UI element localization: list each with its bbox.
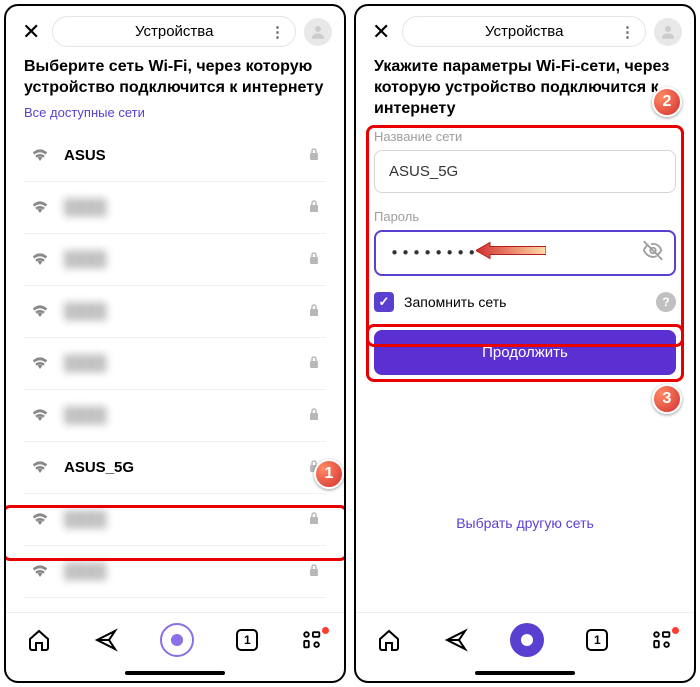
page-title: Устройства xyxy=(135,23,213,40)
wifi-icon xyxy=(30,197,50,218)
nav-services-icon[interactable] xyxy=(301,629,323,651)
wifi-icon xyxy=(30,353,50,374)
avatar[interactable] xyxy=(304,18,332,46)
wifi-icon xyxy=(30,145,50,166)
nav-home-icon[interactable] xyxy=(27,628,51,652)
bottom-nav: 1 xyxy=(6,612,344,667)
page-title-pill[interactable]: Устройства ⋮ xyxy=(52,16,296,47)
bottom-nav: 1 xyxy=(356,612,694,667)
wifi-name: ████ xyxy=(64,407,308,424)
badge-3: 3 xyxy=(652,384,682,414)
nav-alice-icon[interactable] xyxy=(160,623,194,657)
help-icon[interactable]: ? xyxy=(656,292,676,312)
heading: Выберите сеть Wi-Fi, через которую устро… xyxy=(24,57,326,99)
wifi-item[interactable]: ASUS xyxy=(24,130,326,182)
avatar[interactable] xyxy=(654,18,682,46)
lock-icon xyxy=(308,147,320,164)
close-icon[interactable]: ✕ xyxy=(368,17,394,47)
nav-alice-icon[interactable] xyxy=(510,623,544,657)
wifi-item[interactable]: ████ xyxy=(24,234,326,286)
wifi-list: ASUS ████ ████ ████ ████ ████ ASUS_5G ████ ████ xyxy=(24,130,326,598)
wifi-icon xyxy=(30,457,50,478)
lock-icon xyxy=(308,251,320,268)
arrow-annotation-icon xyxy=(476,242,546,265)
eye-off-icon[interactable] xyxy=(642,240,664,267)
wifi-name: ████ xyxy=(64,511,308,528)
wifi-name: ████ xyxy=(64,563,308,580)
header: ✕ Устройства ⋮ xyxy=(6,6,344,57)
header: ✕ Устройства ⋮ xyxy=(356,6,694,57)
lock-icon xyxy=(308,355,320,372)
wifi-icon xyxy=(30,509,50,530)
ssid-input[interactable] xyxy=(374,150,676,193)
page-title-pill[interactable]: Устройства ⋮ xyxy=(402,16,646,47)
lock-icon xyxy=(308,303,320,320)
wifi-name: ████ xyxy=(64,355,308,372)
nav-tabs-icon[interactable]: 1 xyxy=(586,629,608,651)
wifi-name: ASUS_5G xyxy=(64,459,308,476)
nav-send-icon[interactable] xyxy=(444,628,468,652)
menu-dots-icon[interactable]: ⋮ xyxy=(620,23,635,41)
wifi-item[interactable]: ████ xyxy=(24,286,326,338)
wifi-icon xyxy=(30,249,50,270)
available-networks-label: Все доступные сети xyxy=(24,105,326,120)
ssid-label: Название сети xyxy=(374,129,676,144)
lock-icon xyxy=(308,563,320,580)
nav-services-icon[interactable] xyxy=(651,629,673,651)
wifi-item[interactable]: ████ xyxy=(24,182,326,234)
wifi-item[interactable]: ████ xyxy=(24,338,326,390)
wifi-icon xyxy=(30,405,50,426)
home-indicator xyxy=(125,671,225,675)
badge-1: 1 xyxy=(314,459,344,489)
home-indicator xyxy=(475,671,575,675)
lock-icon xyxy=(308,407,320,424)
continue-button[interactable]: Продолжить xyxy=(374,330,676,375)
page-title: Устройства xyxy=(485,23,563,40)
password-label: Пароль xyxy=(374,209,676,224)
wifi-item[interactable]: ████ xyxy=(24,390,326,442)
nav-tabs-icon[interactable]: 1 xyxy=(236,629,258,651)
wifi-icon xyxy=(30,301,50,322)
wifi-item[interactable]: ASUS_5G xyxy=(24,442,326,494)
wifi-item[interactable]: ████ xyxy=(24,546,326,598)
wifi-name: ████ xyxy=(64,251,308,268)
remember-row: ✓ Запомнить сеть ? xyxy=(374,292,676,312)
remember-label: Запомнить сеть xyxy=(404,294,506,310)
remember-checkbox[interactable]: ✓ xyxy=(374,292,394,312)
wifi-icon xyxy=(30,561,50,582)
nav-send-icon[interactable] xyxy=(94,628,118,652)
wifi-item[interactable]: ████ xyxy=(24,494,326,546)
close-icon[interactable]: ✕ xyxy=(18,17,44,47)
wifi-name: ████ xyxy=(64,303,308,320)
lock-icon xyxy=(308,199,320,216)
badge-2: 2 xyxy=(652,87,682,117)
wifi-name: ASUS xyxy=(64,147,308,164)
menu-dots-icon[interactable]: ⋮ xyxy=(270,23,285,41)
wifi-name: ████ xyxy=(64,199,308,216)
nav-home-icon[interactable] xyxy=(377,628,401,652)
choose-other-link[interactable]: Выбрать другую сеть xyxy=(374,515,676,531)
heading: Укажите параметры Wi-Fi-сети, через кото… xyxy=(374,57,676,119)
lock-icon xyxy=(308,511,320,528)
